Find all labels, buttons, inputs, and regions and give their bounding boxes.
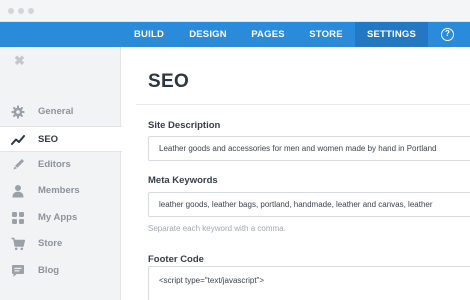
sidebar-item-store[interactable]: Store xyxy=(0,231,121,257)
meta-keywords-field-box xyxy=(148,192,470,217)
footer-code-textarea[interactable]: <script type="text/javascript"> xyxy=(148,266,470,300)
sidebar-item-general[interactable]: General xyxy=(0,99,121,125)
top-nav: BUILD DESIGN PAGES STORE SETTINGS ? xyxy=(0,22,470,47)
nav-tab-build[interactable]: BUILD xyxy=(124,22,174,47)
page-title: SEO xyxy=(148,71,190,92)
window-dot-icon xyxy=(8,8,14,14)
settings-sidebar: ✖ General SEO Editors Members My Apps St… xyxy=(0,47,122,300)
nav-tab-pages[interactable]: PAGES xyxy=(242,22,294,47)
nav-tab-design[interactable]: DESIGN xyxy=(180,22,236,47)
speech-bubble-icon xyxy=(12,265,24,277)
site-description-input[interactable] xyxy=(149,137,470,160)
sidebar-item-seo[interactable]: SEO xyxy=(0,126,122,152)
meta-keywords-hint: Separate each keyword with a comma. xyxy=(148,224,286,233)
cart-icon xyxy=(11,237,25,251)
meta-keywords-input[interactable] xyxy=(149,193,470,216)
sidebar-item-editors[interactable]: Editors xyxy=(0,152,121,178)
close-icon[interactable]: ✖ xyxy=(14,53,25,69)
seo-settings-panel: SEO Site Description Meta Keywords Separ… xyxy=(122,47,470,300)
sidebar-item-members[interactable]: Members xyxy=(0,178,121,204)
browser-chrome xyxy=(0,0,470,22)
nav-tab-settings[interactable]: SETTINGS xyxy=(355,22,428,47)
sidebar-item-label: Members xyxy=(38,185,80,196)
sidebar-item-label: SEO xyxy=(38,134,59,145)
site-description-label: Site Description xyxy=(148,120,221,131)
sidebar-item-blog[interactable]: Blog xyxy=(0,258,121,284)
sidebar-item-label: My Apps xyxy=(38,212,78,223)
site-description-field-box xyxy=(148,136,470,161)
footer-code-label: Footer Code xyxy=(148,254,204,265)
window-dot-icon xyxy=(28,8,34,14)
divider xyxy=(136,104,470,105)
sidebar-item-label: Store xyxy=(38,238,63,249)
person-icon xyxy=(12,185,24,198)
help-icon[interactable]: ? xyxy=(441,28,454,41)
sidebar-item-my-apps[interactable]: My Apps xyxy=(0,205,121,231)
nav-tab-store[interactable]: STORE xyxy=(300,22,352,47)
gear-icon xyxy=(11,105,25,119)
sidebar-item-label: General xyxy=(38,106,74,117)
window-dot-icon xyxy=(18,8,24,14)
pencil-icon xyxy=(13,158,25,170)
trending-line-icon xyxy=(11,135,25,145)
sidebar-item-label: Editors xyxy=(38,159,71,170)
sidebar-item-label: Blog xyxy=(38,265,60,276)
meta-keywords-label: Meta Keywords xyxy=(148,175,218,186)
grid-icon xyxy=(12,212,24,224)
